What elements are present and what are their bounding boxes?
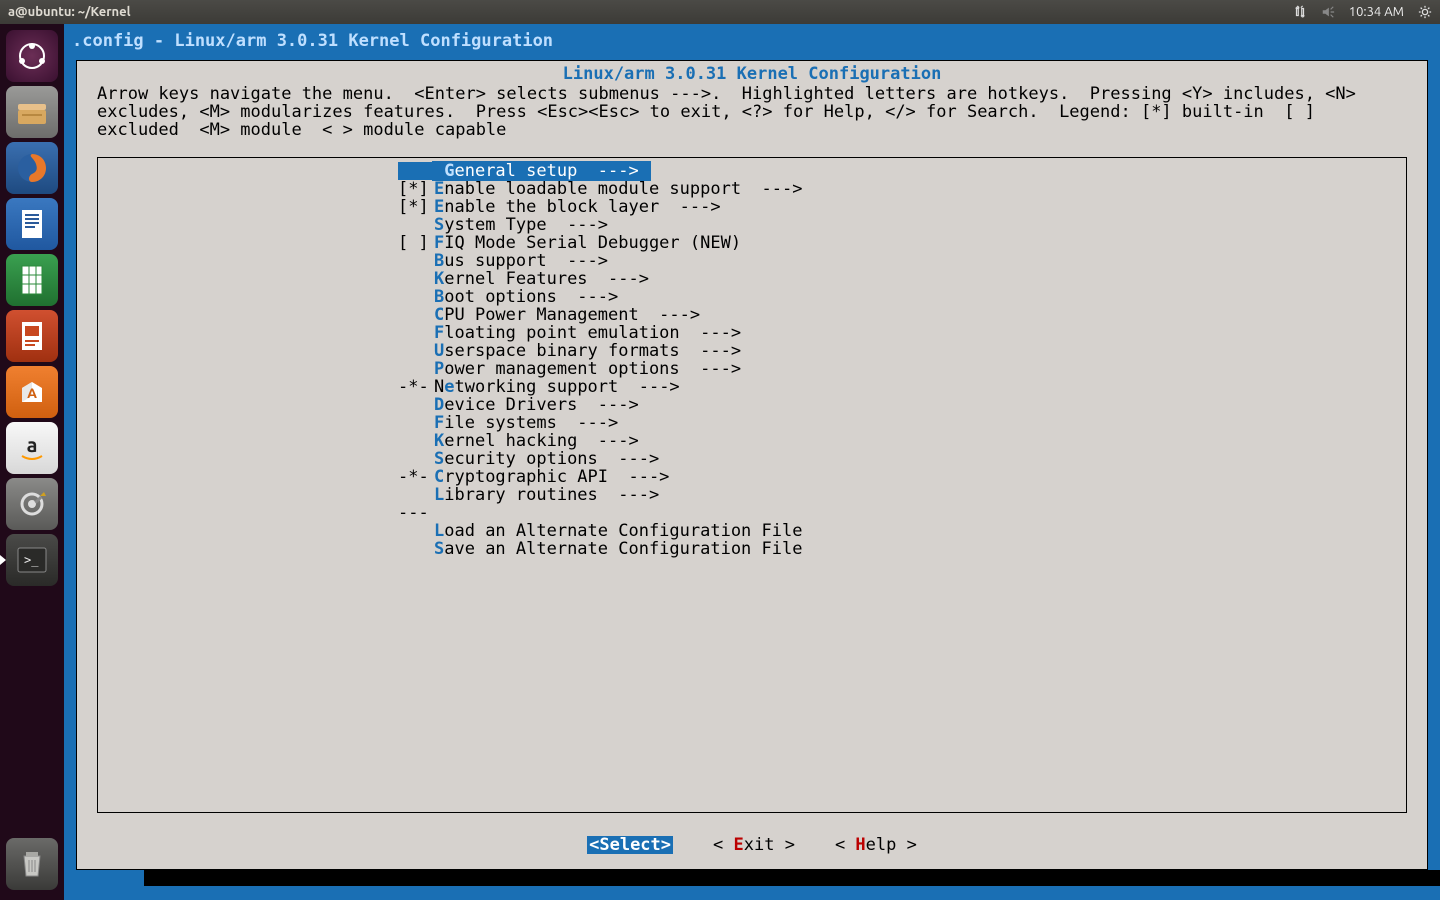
select-button[interactable]: <Select>: [587, 836, 673, 854]
menu-item[interactable]: [*] Enable loadable module support --->: [98, 180, 1406, 198]
launcher-calc[interactable]: [6, 254, 58, 306]
menu-item[interactable]: File systems --->: [98, 414, 1406, 432]
menu-item[interactable]: Boot options --->: [98, 288, 1406, 306]
menu-item[interactable]: System Type --->: [98, 216, 1406, 234]
launcher-impress[interactable]: [6, 310, 58, 362]
menu-box[interactable]: General setup ---> [*] Enable loadable m…: [97, 157, 1407, 813]
panel-header: Linux/arm 3.0.31 Kernel Configuration: [77, 61, 1427, 83]
menu-item[interactable]: General setup --->: [98, 162, 1406, 180]
terminal-title: .config - Linux/arm 3.0.31 Kernel Config…: [64, 24, 1440, 54]
menu-item[interactable]: Library routines --->: [98, 486, 1406, 504]
system-topbar: a@ubuntu: ~/Kernel 10:34 AM: [0, 0, 1440, 24]
launcher-settings[interactable]: [6, 478, 58, 530]
menu-item[interactable]: Power management options --->: [98, 360, 1406, 378]
menu-item[interactable]: Load an Alternate Configuration File: [98, 522, 1406, 540]
menu-item[interactable]: Userspace binary formats --->: [98, 342, 1406, 360]
menu-item[interactable]: Kernel Features --->: [98, 270, 1406, 288]
menu-item[interactable]: Bus support --->: [98, 252, 1406, 270]
terminal-window: .config - Linux/arm 3.0.31 Kernel Config…: [64, 24, 1440, 900]
launcher-software[interactable]: A: [6, 366, 58, 418]
launcher-firefox[interactable]: [6, 142, 58, 194]
menu-item[interactable]: Save an Alternate Configuration File: [98, 540, 1406, 558]
menu-item[interactable]: -*- Networking support --->: [98, 378, 1406, 396]
panel-help: Arrow keys navigate the menu. <Enter> se…: [77, 83, 1427, 147]
launcher-writer[interactable]: [6, 198, 58, 250]
menu-item[interactable]: Device Drivers --->: [98, 396, 1406, 414]
launcher-trash[interactable]: [6, 838, 58, 890]
svg-text:>_: >_: [24, 553, 39, 567]
menu-item[interactable]: [*] Enable the block layer --->: [98, 198, 1406, 216]
window-title: a@ubuntu: ~/Kernel: [8, 5, 131, 19]
menu-item: ---: [98, 504, 1406, 522]
menu-item[interactable]: -*- Cryptographic API --->: [98, 468, 1406, 486]
menu-item[interactable]: Kernel hacking --->: [98, 432, 1406, 450]
exit-button[interactable]: < Exit >: [713, 836, 795, 854]
gear-icon[interactable]: [1418, 5, 1432, 19]
launcher-amazon[interactable]: a: [6, 422, 58, 474]
unity-launcher: A a >_: [0, 24, 64, 900]
menu-item[interactable]: Floating point emulation --->: [98, 324, 1406, 342]
network-icon[interactable]: [1293, 5, 1307, 19]
launcher-dash[interactable]: [6, 30, 58, 82]
shadow: [144, 870, 1440, 886]
volume-icon[interactable]: [1321, 5, 1335, 19]
system-indicators: 10:34 AM: [1293, 5, 1432, 19]
menu-item[interactable]: CPU Power Management --->: [98, 306, 1406, 324]
svg-text:a: a: [27, 433, 38, 456]
menuconfig-panel: Linux/arm 3.0.31 Kernel Configuration Ar…: [76, 60, 1428, 870]
clock[interactable]: 10:34 AM: [1349, 5, 1404, 19]
launcher-files[interactable]: [6, 86, 58, 138]
launcher-terminal[interactable]: >_: [6, 534, 58, 586]
menu-item[interactable]: [ ] FIQ Mode Serial Debugger (NEW): [98, 234, 1406, 252]
help-button[interactable]: < Help >: [835, 836, 917, 854]
svg-text:A: A: [27, 385, 37, 401]
menu-item[interactable]: Security options --->: [98, 450, 1406, 468]
button-bar: <Select> < Exit > < Help >: [77, 821, 1427, 869]
